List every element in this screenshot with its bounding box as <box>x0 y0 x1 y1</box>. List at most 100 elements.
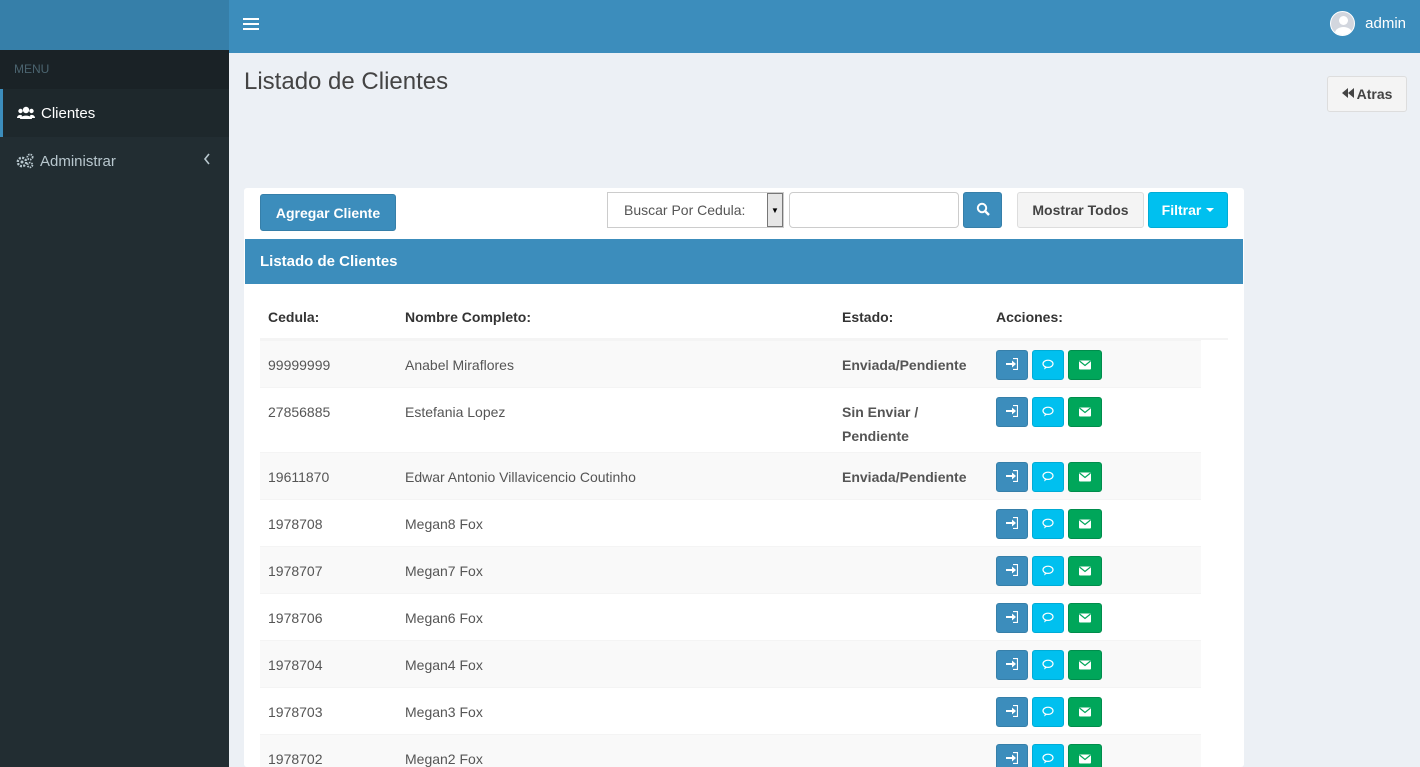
cell-acciones <box>988 388 1201 452</box>
cell-cedula: 1978702 <box>268 751 323 767</box>
user-menu[interactable]: admin <box>1330 11 1406 36</box>
table-row: 27856885 Estefania Lopez Sin Enviar / Pend… <box>260 387 1201 452</box>
cell-nombre: Megan6 Fox <box>405 610 483 626</box>
comment-icon <box>1042 559 1054 583</box>
email-button[interactable] <box>1068 744 1102 767</box>
email-button[interactable] <box>1068 350 1102 380</box>
email-button[interactable] <box>1068 509 1102 539</box>
table-row: 1978703 Megan3 Fox <box>260 687 1201 734</box>
cell-nombre: Megan8 Fox <box>405 516 483 532</box>
cell-nombre: Megan3 Fox <box>405 704 483 720</box>
sign-in-icon <box>1006 606 1019 630</box>
sidebar-item-label: Clientes <box>41 104 96 122</box>
login-button[interactable] <box>996 556 1028 586</box>
back-label: Atras <box>1356 86 1393 102</box>
login-button[interactable] <box>996 397 1028 427</box>
table-row: 1978707 Megan7 Fox <box>260 546 1201 593</box>
sidebar-item-administrar[interactable]: Administrar <box>0 137 229 185</box>
email-button[interactable] <box>1068 697 1102 727</box>
envelope-icon <box>1079 465 1091 489</box>
email-button[interactable] <box>1068 603 1102 633</box>
email-button[interactable] <box>1068 650 1102 680</box>
login-button[interactable] <box>996 603 1028 633</box>
cell-cedula: 99999999 <box>268 357 331 373</box>
comment-icon <box>1042 606 1054 630</box>
search-type-value: Buscar Por Cedula: <box>624 202 746 218</box>
cell-acciones <box>988 500 1201 546</box>
back-button[interactable]: Atras <box>1327 76 1407 112</box>
comment-icon <box>1042 747 1054 767</box>
chevron-left-icon <box>203 152 211 169</box>
cell-estado <box>834 547 988 593</box>
envelope-icon <box>1079 512 1091 536</box>
sidebar-item-clientes[interactable]: Clientes <box>0 89 229 137</box>
sign-in-icon <box>1006 353 1019 377</box>
login-button[interactable] <box>996 462 1028 492</box>
comment-icon <box>1042 353 1054 377</box>
column-header-acciones: Acciones: <box>996 309 1063 325</box>
comment-button[interactable] <box>1032 397 1064 427</box>
login-button[interactable] <box>996 650 1028 680</box>
login-button[interactable] <box>996 509 1028 539</box>
table-row: 99999999 Anabel Miraflores Enviada/Pendien… <box>260 340 1201 387</box>
comment-button[interactable] <box>1032 509 1064 539</box>
sign-in-icon <box>1006 747 1019 767</box>
cell-nombre: Estefania Lopez <box>405 404 506 420</box>
search-icon <box>976 202 990 219</box>
login-button[interactable] <box>996 697 1028 727</box>
caret-down-icon <box>1206 208 1215 212</box>
email-button[interactable] <box>1068 397 1102 427</box>
comment-button[interactable] <box>1032 462 1064 492</box>
add-client-button[interactable]: Agregar Cliente <box>260 194 396 231</box>
email-button[interactable] <box>1068 556 1102 586</box>
clients-box: Agregar Cliente Buscar Por Cedula: ▼ Mos… <box>244 188 1244 767</box>
page-title: Listado de Clientes <box>244 68 449 95</box>
table-row: 1978706 Megan6 Fox <box>260 593 1201 640</box>
cell-nombre: Anabel Miraflores <box>405 357 514 373</box>
logo-area <box>0 0 229 50</box>
filter-dropdown-button[interactable]: Filtrar <box>1148 192 1228 228</box>
envelope-icon <box>1079 353 1091 377</box>
cell-estado <box>834 735 988 767</box>
sign-in-icon <box>1006 512 1019 536</box>
login-button[interactable] <box>996 744 1028 767</box>
envelope-icon <box>1079 606 1091 630</box>
envelope-icon <box>1079 747 1091 767</box>
envelope-icon <box>1079 400 1091 424</box>
bars-icon[interactable] <box>243 18 259 34</box>
comment-button[interactable] <box>1032 744 1064 767</box>
clients-table: Cedula: Nombre Completo: Estado: Accione… <box>260 296 1228 767</box>
cell-acciones <box>988 453 1201 499</box>
cell-cedula: 1978706 <box>268 610 323 626</box>
user-name: admin <box>1365 15 1406 32</box>
comment-button[interactable] <box>1032 350 1064 380</box>
comment-button[interactable] <box>1032 556 1064 586</box>
comment-button[interactable] <box>1032 697 1064 727</box>
cell-cedula: 1978704 <box>268 657 323 673</box>
email-button[interactable] <box>1068 462 1102 492</box>
cell-nombre: Megan7 Fox <box>405 563 483 579</box>
sign-in-icon <box>1006 465 1019 489</box>
sign-in-icon <box>1006 700 1019 724</box>
comment-button[interactable] <box>1032 650 1064 680</box>
cell-estado <box>834 641 988 687</box>
envelope-icon <box>1079 700 1091 724</box>
cell-estado <box>834 688 988 734</box>
login-button[interactable] <box>996 350 1028 380</box>
search-button[interactable] <box>963 192 1002 228</box>
users-icon <box>17 106 41 120</box>
cell-cedula: 27856885 <box>268 404 331 420</box>
cell-estado: Enviada/Pendiente <box>842 469 967 485</box>
cell-acciones <box>988 547 1201 593</box>
sidebar-item-label: Administrar <box>40 152 116 170</box>
show-all-button[interactable]: Mostrar Todos <box>1017 192 1144 228</box>
comment-button[interactable] <box>1032 603 1064 633</box>
cell-estado <box>834 594 988 640</box>
table-body: 99999999 Anabel Miraflores Enviada/Pendien… <box>260 340 1228 767</box>
column-header-estado: Estado: <box>842 309 894 325</box>
sidebar: MENU Clientes Administrar <box>0 50 229 767</box>
search-type-select[interactable]: Buscar Por Cedula: ▼ <box>607 192 784 228</box>
cell-nombre: Edwar Antonio Villavicencio Coutinho <box>405 469 636 485</box>
search-input[interactable] <box>789 192 959 228</box>
cell-cedula: 1978707 <box>268 563 323 579</box>
